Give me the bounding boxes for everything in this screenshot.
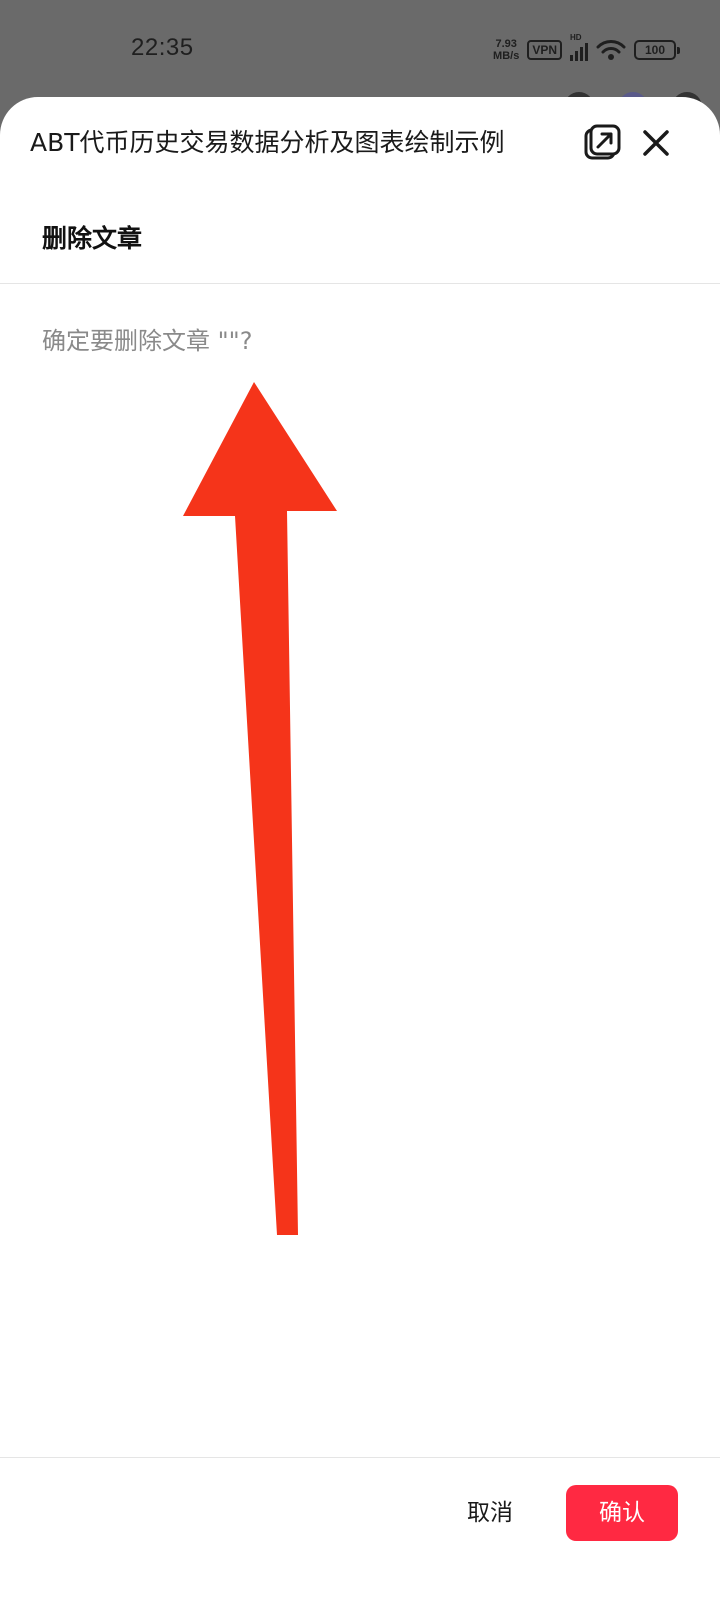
open-external-icon (584, 124, 621, 160)
network-speed-unit: MB/s (493, 50, 520, 62)
divider (0, 283, 720, 284)
network-speed-value: 7.93 (495, 38, 517, 50)
sheet-title: ABT代币历史交易数据分析及图表绘制示例 (30, 128, 505, 157)
close-icon (643, 130, 669, 156)
close-button[interactable] (636, 123, 676, 163)
battery-level: 100 (634, 40, 676, 60)
open-external-button[interactable] (582, 123, 622, 163)
network-speed: 7.93 MB/s (493, 38, 519, 62)
wifi-icon (596, 40, 626, 60)
vpn-icon: VPN (527, 40, 562, 60)
hd-label: HD (570, 33, 582, 42)
bottom-sheet: ABT代币历史交易数据分析及图表绘制示例 删除文章 确定要删除文章 ""? 取消… (0, 97, 720, 1600)
dialog-title: 删除文章 (42, 224, 143, 253)
sheet-header: ABT代币历史交易数据分析及图表绘制示例 (0, 97, 720, 192)
battery-icon: 100 (634, 40, 680, 60)
annotation-arrow-shape (183, 382, 337, 1235)
status-icons: 7.93 MB/s VPN HD 100 (493, 33, 680, 64)
cancel-button[interactable]: 取消 (440, 1487, 540, 1539)
signal-icon: HD (570, 33, 588, 61)
confirm-button[interactable]: 确认 (566, 1485, 678, 1541)
status-time: 22:35 (131, 34, 194, 61)
status-bar: 22:35 7.93 MB/s VPN HD 100 (0, 0, 720, 98)
divider (0, 1457, 720, 1458)
dialog-message: 确定要删除文章 ""? (42, 327, 253, 355)
